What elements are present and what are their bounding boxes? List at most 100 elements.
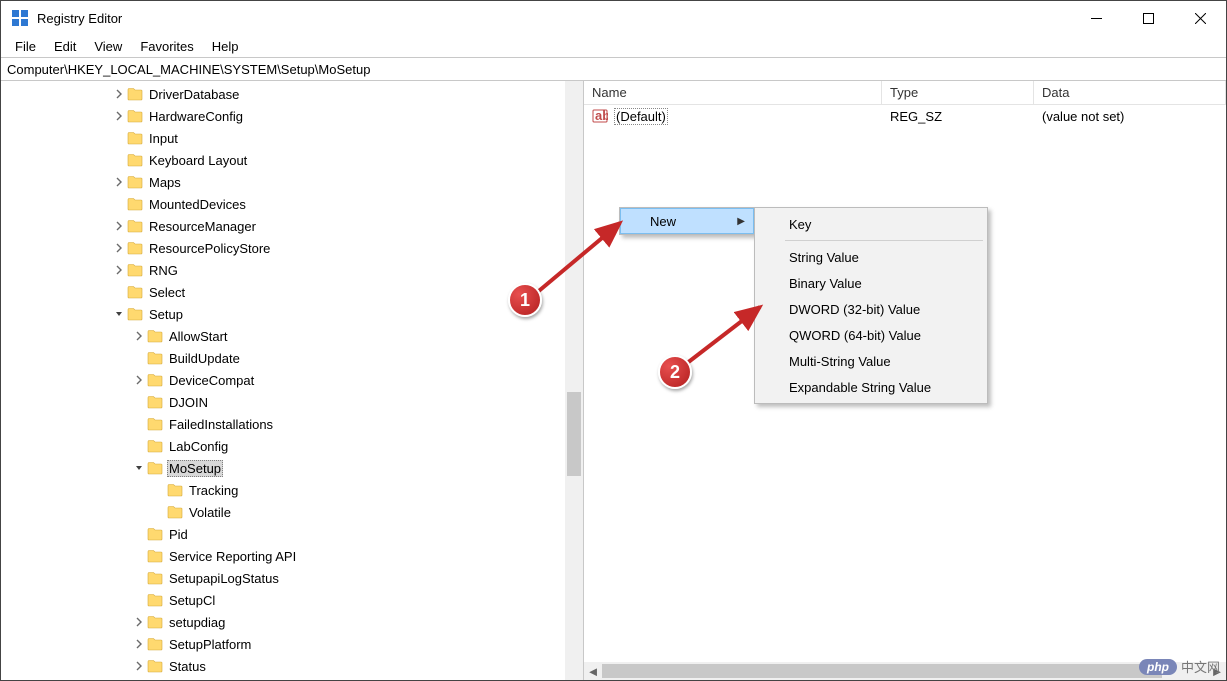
tree-item[interactable]: SetupCl	[1, 589, 583, 611]
tree-item[interactable]: MoSetup	[1, 457, 583, 479]
folder-icon	[127, 175, 143, 189]
close-button[interactable]	[1174, 1, 1226, 35]
expand-icon[interactable]	[111, 89, 127, 99]
submenu-item-multistring[interactable]: Multi-String Value	[755, 348, 987, 374]
folder-icon	[147, 395, 163, 409]
column-header-data[interactable]: Data	[1034, 81, 1226, 104]
column-header-type[interactable]: Type	[882, 81, 1034, 104]
tree-item[interactable]: Tracking	[1, 479, 583, 501]
tree-item[interactable]: Service Reporting API	[1, 545, 583, 567]
tree-item[interactable]: FailedInstallations	[1, 413, 583, 435]
watermark: php 中文网	[1139, 657, 1220, 676]
tree-item[interactable]: BuildUpdate	[1, 347, 583, 369]
tree-item[interactable]: setupdiag	[1, 611, 583, 633]
tree-item[interactable]: RNG	[1, 259, 583, 281]
registry-editor-window: Registry Editor File Edit View Favorites…	[0, 0, 1227, 681]
tree-item[interactable]: ResourcePolicyStore	[1, 237, 583, 259]
list-horizontal-scrollbar[interactable]: ◄ ►	[584, 662, 1226, 680]
minimize-button[interactable]	[1070, 1, 1122, 35]
tree-item[interactable]: SetupPlatform	[1, 633, 583, 655]
tree-item[interactable]: Maps	[1, 171, 583, 193]
tree-item-label: FailedInstallations	[167, 416, 275, 433]
folder-icon	[127, 285, 143, 299]
folder-icon	[167, 505, 183, 519]
context-menu-new[interactable]: New ▶	[620, 208, 754, 234]
submenu-item-binary[interactable]: Binary Value	[755, 270, 987, 296]
tree-item[interactable]: ResourceManager	[1, 215, 583, 237]
tree-item[interactable]: Select	[1, 281, 583, 303]
context-menu-new-label: New	[650, 214, 676, 229]
menu-favorites[interactable]: Favorites	[132, 37, 201, 56]
tree-vertical-scrollbar[interactable]	[565, 81, 583, 680]
address-bar[interactable]: Computer\HKEY_LOCAL_MACHINE\SYSTEM\Setup…	[1, 57, 1226, 81]
tree-item[interactable]: Volatile	[1, 501, 583, 523]
submenu-item-dword[interactable]: DWORD (32-bit) Value	[755, 296, 987, 322]
folder-icon	[147, 527, 163, 541]
submenu-item-qword[interactable]: QWORD (64-bit) Value	[755, 322, 987, 348]
folder-icon	[127, 197, 143, 211]
expand-icon[interactable]	[111, 177, 127, 187]
expand-icon[interactable]	[111, 111, 127, 121]
expand-icon[interactable]	[131, 375, 147, 385]
collapse-icon[interactable]	[111, 309, 127, 319]
submenu-item-key[interactable]: Key	[755, 211, 987, 237]
column-header-name[interactable]: Name	[584, 81, 882, 104]
folder-icon	[147, 549, 163, 563]
scrollbar-thumb[interactable]	[567, 392, 581, 476]
expand-icon[interactable]	[131, 617, 147, 627]
tree-item-label: AllowStart	[167, 328, 230, 345]
registry-tree[interactable]: DriverDatabaseHardwareConfigInputKeyboar…	[1, 81, 583, 679]
watermark-text: 中文网	[1181, 657, 1220, 676]
value-type: REG_SZ	[882, 109, 1034, 124]
folder-icon	[147, 373, 163, 387]
tree-item[interactable]: Setup	[1, 303, 583, 325]
tree-item[interactable]: HardwareConfig	[1, 105, 583, 127]
tree-item-label: Pid	[167, 526, 190, 543]
expand-icon[interactable]	[131, 639, 147, 649]
expand-icon[interactable]	[111, 243, 127, 253]
tree-item[interactable]: SetupapiLogStatus	[1, 567, 583, 589]
expand-icon[interactable]	[111, 221, 127, 231]
value-row-default[interactable]: (Default) REG_SZ (value not set)	[584, 105, 1226, 127]
tree-item-label: Volatile	[187, 504, 233, 521]
scroll-left-icon[interactable]: ◄	[584, 662, 602, 680]
menu-view[interactable]: View	[86, 37, 130, 56]
tree-item[interactable]: Input	[1, 127, 583, 149]
tree-item[interactable]: Keyboard Layout	[1, 149, 583, 171]
tree-item-label: DJOIN	[167, 394, 210, 411]
menu-edit[interactable]: Edit	[46, 37, 84, 56]
tree-item[interactable]: MountedDevices	[1, 193, 583, 215]
expand-icon[interactable]	[111, 265, 127, 275]
tree-item[interactable]: DriverDatabase	[1, 83, 583, 105]
tree-item[interactable]: DJOIN	[1, 391, 583, 413]
expand-icon[interactable]	[131, 331, 147, 341]
annotation-badge-1: 1	[508, 283, 542, 317]
window-title: Registry Editor	[37, 11, 122, 26]
tree-item[interactable]: Status	[1, 655, 583, 677]
scrollbar-thumb[interactable]	[602, 664, 1162, 678]
tree-item[interactable]: DeviceCompat	[1, 369, 583, 391]
menu-file[interactable]: File	[7, 37, 44, 56]
tree-item-label: Setup	[147, 306, 185, 323]
tree-item-label: Status	[167, 658, 208, 675]
tree-item[interactable]: Pid	[1, 523, 583, 545]
context-submenu-new[interactable]: Key String Value Binary Value DWORD (32-…	[754, 207, 988, 404]
submenu-item-string[interactable]: String Value	[755, 244, 987, 270]
list-body[interactable]: (Default) REG_SZ (value not set) New ▶ K…	[584, 105, 1226, 662]
tree-item[interactable]: AllowStart	[1, 325, 583, 347]
scrollbar-track[interactable]	[602, 662, 1208, 680]
value-name: (Default)	[614, 108, 668, 125]
submenu-arrow-icon: ▶	[737, 216, 745, 227]
app-icon	[11, 9, 29, 27]
expand-icon[interactable]	[131, 661, 147, 671]
folder-icon	[147, 351, 163, 365]
collapse-icon[interactable]	[131, 463, 147, 473]
folder-icon	[127, 131, 143, 145]
menu-help[interactable]: Help	[204, 37, 247, 56]
folder-icon	[127, 109, 143, 123]
submenu-item-expandable[interactable]: Expandable String Value	[755, 374, 987, 400]
maximize-button[interactable]	[1122, 1, 1174, 35]
context-menu[interactable]: New ▶	[619, 207, 755, 235]
tree-item-label: RNG	[147, 262, 180, 279]
tree-item[interactable]: LabConfig	[1, 435, 583, 457]
